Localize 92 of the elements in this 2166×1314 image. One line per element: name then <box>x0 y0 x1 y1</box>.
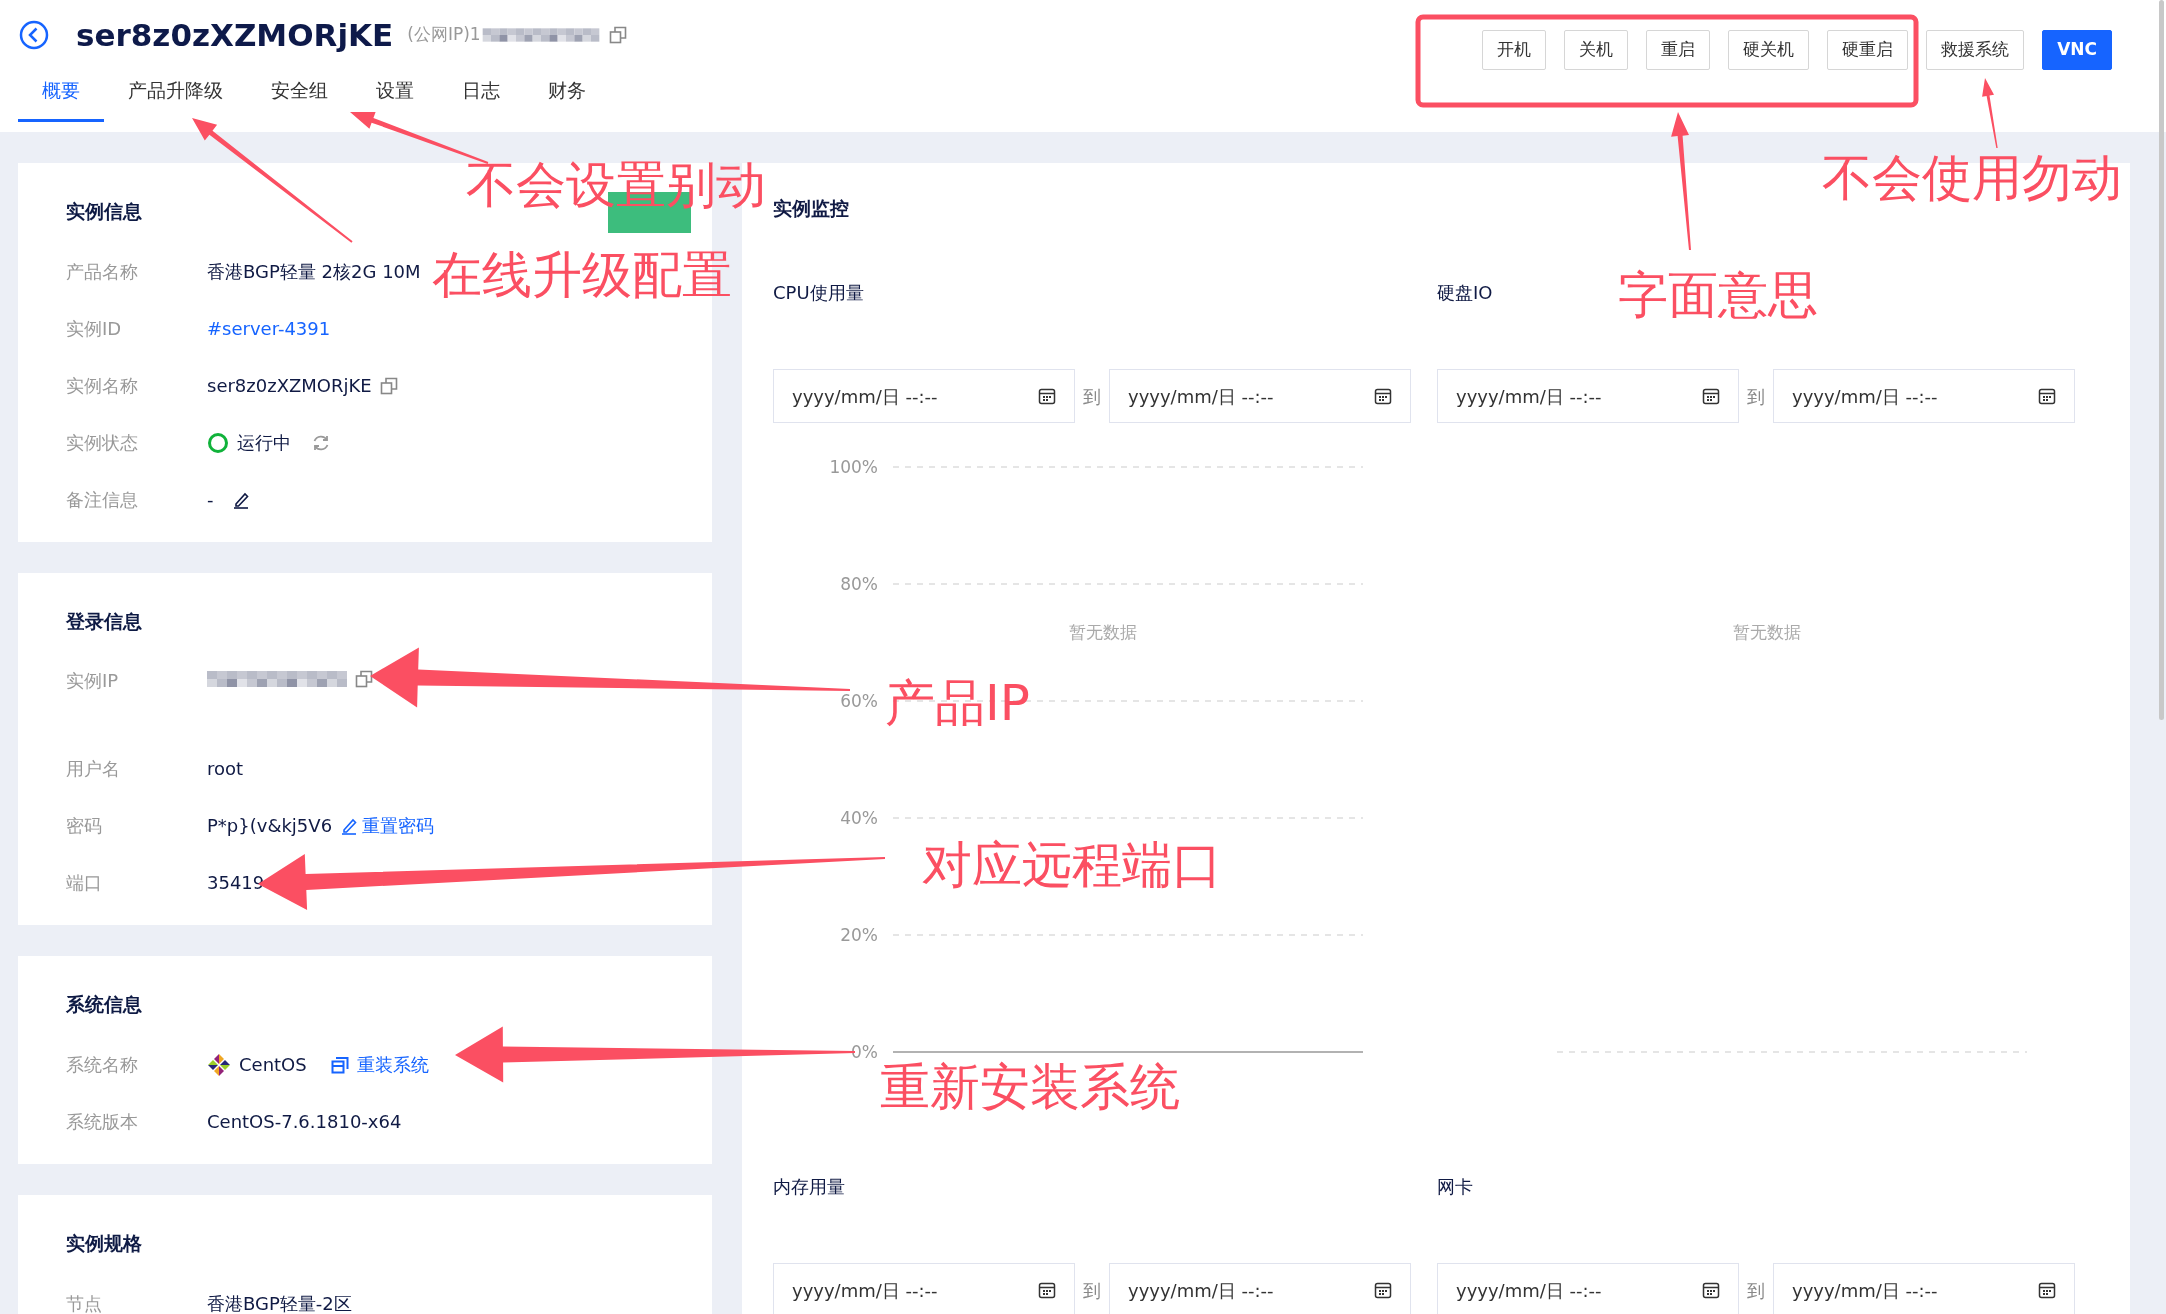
field-value: P*p}(v&kj5V6 <box>207 814 333 838</box>
annotation-text: 对应远程端口 <box>922 840 1222 890</box>
action-button[interactable]: 硬重启 <box>1827 30 1909 70</box>
date-field[interactable]: yyyy/mm/日 --:-- <box>1773 1263 2075 1314</box>
calendar-icon[interactable] <box>1702 387 1720 405</box>
axis-tick-label: 60% <box>840 691 878 711</box>
range-separator: 到 <box>1746 384 1766 409</box>
range-separator: 到 <box>1082 1278 1102 1303</box>
field-value: root <box>207 757 244 781</box>
field-label: 节点 <box>66 1292 103 1314</box>
ip-subtitle: (公网IP)1 <box>407 23 481 47</box>
field-label: 用户名 <box>66 757 121 781</box>
card-title: 实例信息 <box>66 199 142 224</box>
calendar-icon[interactable] <box>1374 1281 1392 1299</box>
tab[interactable]: 概要 <box>18 62 104 122</box>
annotation-text: 字面意思 <box>1618 270 1818 320</box>
action-button[interactable]: 重启 <box>1646 30 1711 70</box>
annotation-text: 在线升级配置 <box>432 250 732 300</box>
calendar-icon[interactable] <box>1374 387 1392 405</box>
status-text: 运行中 <box>237 431 291 455</box>
date-field[interactable]: yyyy/mm/日 --:-- <box>1773 369 2075 423</box>
card-title: 登录信息 <box>66 609 142 634</box>
calendar-icon[interactable] <box>2038 1281 2056 1299</box>
annotation-text: 不会使用勿动 <box>1822 153 2122 203</box>
edit-icon[interactable] <box>231 490 250 509</box>
axis-tick-label: 0% <box>851 1042 878 1062</box>
action-button[interactable]: 硬关机 <box>1728 30 1810 70</box>
field-label: 系统名称 <box>66 1053 139 1077</box>
field-label: 实例状态 <box>66 431 139 455</box>
field-value: 香港BGP轻量-2区 <box>207 1292 352 1314</box>
chart-title: 内存用量 <box>773 1175 845 1199</box>
field-label: 系统版本 <box>66 1110 139 1134</box>
page-title: ser8z0zXZMORjKE <box>76 15 394 55</box>
pinwheel-logo-icon <box>207 1052 231 1077</box>
date-field[interactable]: yyyy/mm/日 --:-- <box>1437 369 1739 423</box>
annotation-text: 重新安装系统 <box>880 1062 1180 1112</box>
copy-icon[interactable] <box>608 26 627 44</box>
tab[interactable]: 日志 <box>438 62 524 122</box>
reinstall-link[interactable]: 重装系统 <box>330 1051 429 1078</box>
calendar-icon[interactable] <box>2038 387 2056 405</box>
action-button[interactable]: 关机 <box>1564 30 1629 70</box>
date-field[interactable]: yyyy/mm/日 --:-- <box>773 369 1075 423</box>
panel-title: 实例监控 <box>773 196 850 221</box>
copy-icon[interactable] <box>379 376 398 395</box>
field-value: 香港BGP轻量 2核2G 10M <box>207 260 421 284</box>
axis-tick-label: 20% <box>840 925 878 945</box>
field-value: CentOS <box>239 1053 307 1077</box>
chart-title: CPU使用量 <box>773 281 864 305</box>
annotation-text: 产品IP <box>885 678 1030 728</box>
tab[interactable]: 设置 <box>352 62 438 122</box>
instance-id-link[interactable]: #server-4391 <box>207 315 331 342</box>
calendar-icon[interactable] <box>1038 387 1056 405</box>
field-label: 密码 <box>66 814 103 838</box>
window-icon[interactable] <box>330 1055 349 1074</box>
empty-text: 暂无数据 <box>1733 622 1801 642</box>
calendar-icon[interactable] <box>1038 1281 1056 1299</box>
action-button[interactable]: 救援系统 <box>1926 30 2025 70</box>
date-field[interactable]: yyyy/mm/日 --:-- <box>773 1263 1075 1314</box>
back-icon[interactable] <box>18 19 50 51</box>
field-label: 产品名称 <box>66 260 139 284</box>
date-field[interactable]: yyyy/mm/日 --:-- <box>1109 1263 1411 1314</box>
field-label: 备注信息 <box>66 488 139 512</box>
date-field[interactable]: yyyy/mm/日 --:-- <box>1109 369 1411 423</box>
reset-password-link[interactable]: 重置密码 <box>340 812 435 839</box>
tab[interactable]: 财务 <box>524 62 610 122</box>
date-field[interactable]: yyyy/mm/日 --:-- <box>1437 1263 1739 1314</box>
chart-title: 硬盘IO <box>1437 281 1493 305</box>
field-label: 实例名称 <box>66 374 139 398</box>
action-button[interactable]: 开机 <box>1482 30 1547 70</box>
field-value: ser8z0zXZMORjKE <box>207 374 372 398</box>
range-separator: 到 <box>1082 384 1102 409</box>
action-button[interactable]: VNC <box>2042 30 2112 70</box>
tab[interactable]: 安全组 <box>247 62 352 122</box>
field-value: - <box>207 488 214 512</box>
axis-tick-label: 80% <box>840 574 878 594</box>
axis-tick-label: 100% <box>829 457 878 477</box>
scrollbar-thumb[interactable] <box>2159 0 2164 720</box>
card-title: 实例规格 <box>66 1231 142 1256</box>
chart-title: 网卡 <box>1437 1175 1473 1199</box>
field-label: 实例ID <box>66 317 123 341</box>
tab[interactable]: 产品升降级 <box>104 62 247 122</box>
field-value: 35419 <box>207 871 265 895</box>
field-label: 实例IP <box>66 669 120 693</box>
range-separator: 到 <box>1746 1278 1766 1303</box>
copy-icon[interactable] <box>355 670 373 688</box>
axis-tick-label: 40% <box>840 808 878 828</box>
empty-text: 暂无数据 <box>1069 622 1137 642</box>
annotation-arrow <box>1982 78 1998 149</box>
field-label: 端口 <box>66 871 103 895</box>
calendar-icon[interactable] <box>1702 1281 1720 1299</box>
field-value: CentOS-7.6.1810-x64 <box>207 1110 402 1134</box>
card-title: 系统信息 <box>66 992 142 1017</box>
